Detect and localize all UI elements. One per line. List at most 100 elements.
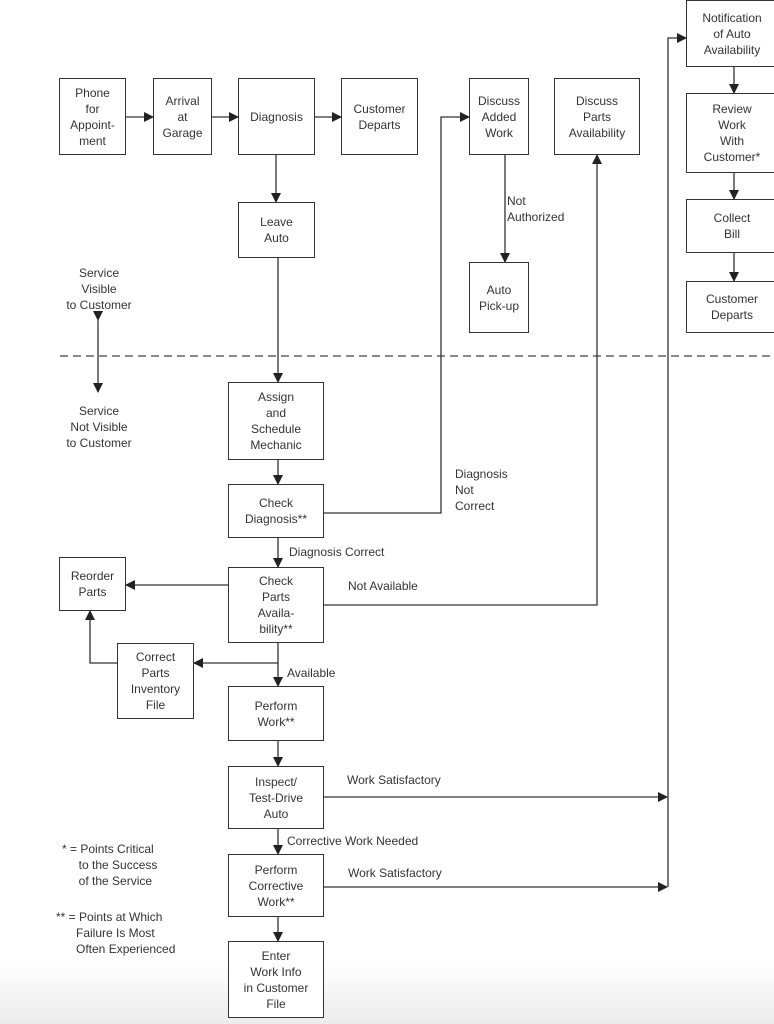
label-line: to Customer <box>66 298 132 312</box>
label-line: Correct <box>455 499 495 513</box>
label-not-available: Not Available <box>348 578 418 594</box>
box-text: Enter <box>261 948 291 963</box>
box-text: Inventory <box>130 682 181 696</box>
label-line: Corrective Work Needed <box>287 834 419 848</box>
label-line: Available <box>287 666 336 680</box>
label-available: Available <box>287 665 335 681</box>
label-line: * = Points Critical <box>62 842 154 856</box>
process-box-customer-departs-1: Customer Departs <box>341 78 418 155</box>
box-text: Test-Drive <box>248 790 303 805</box>
box-text: Parts <box>141 666 170 680</box>
box-text: Auto <box>263 806 289 821</box>
box-text: Arrival <box>165 93 200 108</box>
process-box-corrective-work: Perform Corrective Work** <box>228 854 324 917</box>
box-text: File <box>145 698 166 712</box>
box-text: Discuss <box>575 93 618 108</box>
label-line: Not <box>507 194 526 208</box>
box-text: Parts <box>78 585 107 599</box>
box-text: With <box>720 134 744 148</box>
box-text: Collect <box>713 211 751 225</box>
box-text: Parts <box>261 590 290 604</box>
box-text: Auto <box>486 282 512 297</box>
label-line: Not Available <box>348 579 418 593</box>
box-text: Departs <box>710 308 754 322</box>
label-line: Not <box>455 483 474 497</box>
box-text: Schedule <box>250 422 302 436</box>
box-text: Work** <box>257 894 295 909</box>
box-text: Perform <box>254 698 298 713</box>
label-line: Service <box>78 404 120 418</box>
process-box-check-diagnosis: Check Diagnosis** <box>228 484 324 538</box>
label-line: Work Satisfactory <box>347 773 441 787</box>
box-text: Check <box>258 574 293 588</box>
label-line: Service <box>78 266 120 280</box>
arrow-diagnosis-not-correct <box>324 112 470 514</box>
box-text: Parts <box>582 109 611 124</box>
box-text: of Auto <box>713 26 751 41</box>
box-text: Leave <box>260 215 293 229</box>
box-text: Work <box>485 125 513 140</box>
label-line: Authorized <box>507 210 565 224</box>
label-diagnosis-not-correct: Diagnosis Not Correct <box>455 466 508 514</box>
box-text: Diagnosis <box>250 109 303 124</box>
process-box-notification: Notification of Auto Availability <box>686 0 774 67</box>
box-text: at <box>177 109 188 124</box>
arrow-to-notification <box>667 33 687 887</box>
box-text: Auto <box>264 231 289 245</box>
box-text: in Customer <box>243 980 309 995</box>
box-text: for <box>85 101 100 116</box>
box-text: Bill <box>723 227 740 241</box>
process-box-arrival: Arrival at Garage <box>153 78 212 155</box>
process-box-assign-mechanic: Assign and Schedule Mechanic <box>228 382 324 460</box>
label-line: Work Satisfactory <box>348 866 442 880</box>
box-text: Reorder <box>70 569 115 583</box>
label-line: Not Visible <box>70 420 128 434</box>
label-line: Diagnosis Correct <box>289 545 385 559</box>
label-legend-critical: * = Points Critical to the Success of th… <box>62 841 157 889</box>
box-text: Customer <box>353 101 406 116</box>
box-text: Corrective <box>248 878 304 893</box>
process-box-auto-pickup: Auto Pick-up <box>469 262 529 333</box>
box-text: Correct <box>135 650 176 664</box>
box-text: Diagnosis** <box>244 512 308 526</box>
box-text: Check <box>258 496 293 510</box>
process-box-discuss-parts: Discuss Parts Availability <box>554 78 640 155</box>
box-text: File <box>266 996 286 1011</box>
box-text: Pick-up <box>478 298 519 313</box>
label-line: Visible <box>81 282 117 296</box>
process-box-reorder-parts: Reorder Parts <box>59 557 126 611</box>
label-line: to Customer <box>66 436 132 450</box>
label-work-satisfactory-2: Work Satisfactory <box>348 865 442 881</box>
label-line: of the Service <box>62 874 153 888</box>
box-text: Availability <box>568 125 626 140</box>
process-box-leave-auto: Leave Auto <box>238 202 315 258</box>
box-text: Perform <box>254 862 298 877</box>
label-line: Diagnosis <box>455 467 508 481</box>
box-text: Customer <box>705 292 758 306</box>
box-text: Review <box>712 102 752 116</box>
label-not-authorized: Not Authorized <box>507 193 564 225</box>
arrow-inventory-reorder <box>85 610 117 664</box>
process-box-enter-info: Enter Work Info in Customer File <box>228 941 324 1018</box>
process-box-discuss-added-work: Discuss Added Work <box>469 78 529 155</box>
box-text: Mechanic <box>250 438 302 452</box>
box-text: bility** <box>259 622 293 636</box>
process-box-inspect: Inspect/Test-Drive Auto <box>228 766 324 829</box>
box-text: Added <box>481 109 517 124</box>
box-text: Inspect/ <box>254 774 298 789</box>
box-text: Assign <box>257 390 295 404</box>
process-box-perform-work: Perform Work** <box>228 686 324 741</box>
box-text: Work <box>718 118 746 132</box>
box-text: Availa- <box>257 606 295 620</box>
box-text: Customer* <box>703 150 761 164</box>
label-line: ** = Points at Which <box>56 910 163 924</box>
process-box-diagnosis: Diagnosis <box>238 78 315 155</box>
box-text: Availability <box>703 42 761 57</box>
label-service-not-visible: Service Not Visible to Customer <box>66 403 131 451</box>
box-text: Notification <box>702 10 762 25</box>
box-text: Work** <box>257 714 295 729</box>
box-text: Work Info <box>250 964 302 979</box>
label-diagnosis-correct: Diagnosis Correct <box>289 544 384 560</box>
process-box-check-parts: Check Parts Availa-bility** <box>228 567 324 643</box>
box-text: Appoint- <box>70 117 115 132</box>
